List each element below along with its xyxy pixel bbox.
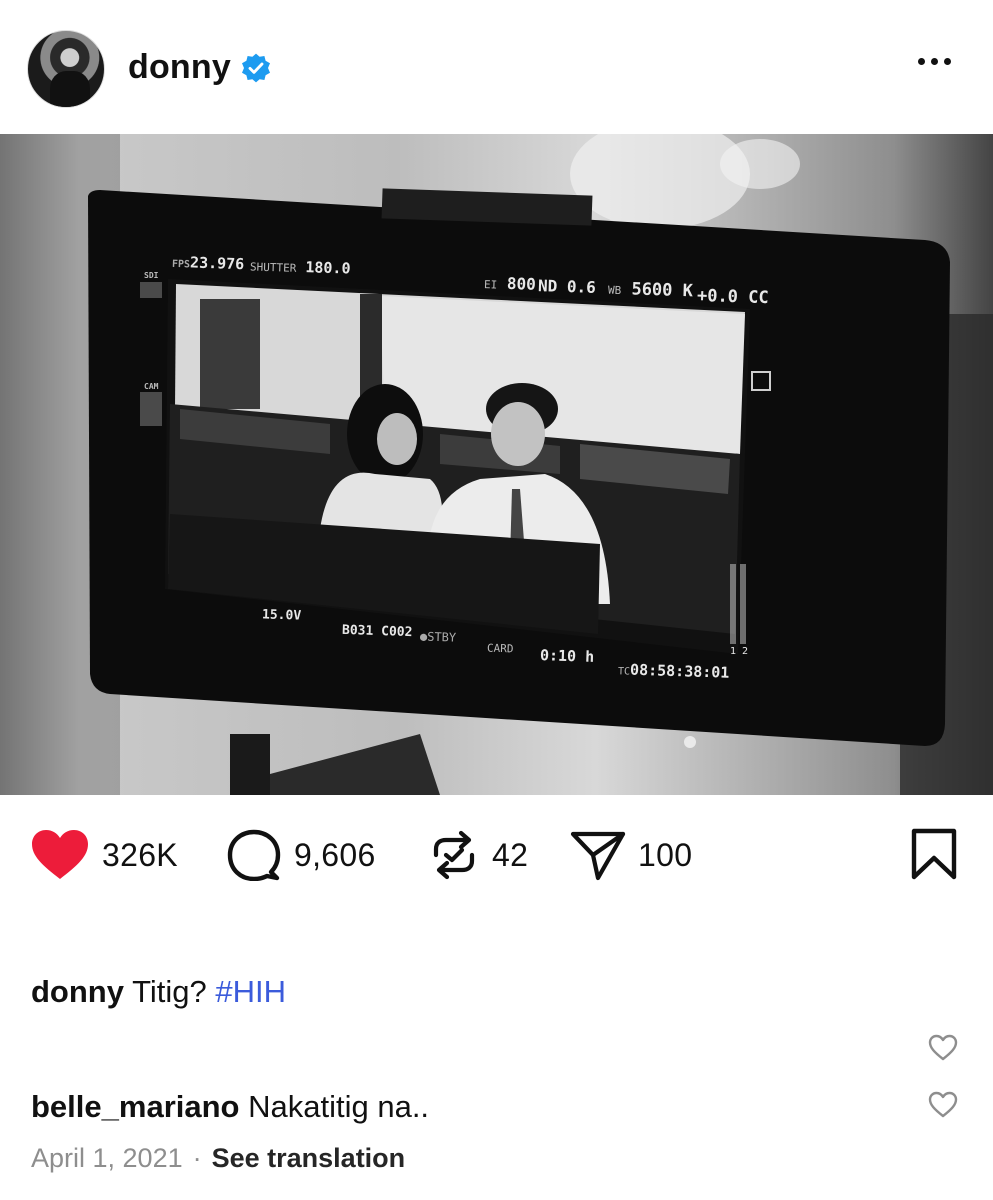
hud-fps: FPS23.976 — [171, 253, 245, 274]
repost-count: 42 — [492, 836, 529, 873]
comment-like-heart-icon[interactable] — [928, 1091, 958, 1119]
caption-text: Titig? — [132, 974, 207, 1009]
verified-badge-icon — [242, 53, 270, 83]
comment-count: 9,606 — [294, 836, 376, 873]
hud-standby: ●STBY — [419, 629, 457, 645]
see-translation-link[interactable]: See translation — [212, 1143, 406, 1173]
hud-cc: +0.0 CC — [696, 285, 769, 309]
hud-shutter: SHUTTER 180.0 — [249, 258, 351, 278]
hud-white-balance: WB 5600 K — [607, 279, 694, 302]
share-button[interactable]: 100 — [570, 829, 692, 881]
post-header: donny — [0, 0, 993, 134]
hud-card-value: 0:10 h — [539, 646, 595, 666]
comment-item: belle_mariano Nakatitig na.. — [31, 1089, 429, 1125]
hud-sdi: SDI — [144, 271, 159, 280]
hud-clip: B031 C002 — [341, 622, 413, 641]
share-count: 100 — [638, 836, 693, 873]
save-button[interactable] — [910, 828, 958, 885]
hud-cam: CAM — [144, 382, 159, 391]
hud-exposure-index: EI 800 — [483, 273, 537, 294]
heart-filled-icon — [32, 830, 88, 879]
more-options-button[interactable] — [918, 58, 951, 65]
like-button[interactable]: 326K — [30, 829, 178, 881]
post-date: April 1, 2021 — [31, 1143, 183, 1173]
post-meta: April 1, 2021 · See translation — [31, 1143, 405, 1174]
hud-voltage: 15.0V — [261, 607, 302, 624]
hud-card-label: CARD — [486, 641, 514, 656]
comment-text: Nakatitig na.. — [248, 1089, 430, 1124]
comment-button[interactable]: 9,606 — [226, 829, 376, 881]
repost-button[interactable]: 42 — [428, 829, 528, 881]
hud-timecode: TC08:58:38:01 — [617, 660, 730, 682]
meta-separator: · — [192, 1143, 202, 1173]
caption-hashtag[interactable]: #HIH — [215, 974, 286, 1009]
avatar[interactable] — [27, 30, 105, 108]
comment-like-heart-icon[interactable] — [928, 1034, 958, 1062]
comment-username[interactable]: belle_mariano — [31, 1089, 239, 1124]
bookmark-icon — [911, 828, 957, 880]
comment-icon — [227, 829, 281, 881]
hud-nd: ND 0.6 — [537, 276, 597, 297]
post-image[interactable]: FPS23.976 SHUTTER 180.0 EI 800 ND 0.6 WB… — [0, 134, 993, 795]
post-username[interactable]: donny — [128, 48, 231, 87]
caption-username[interactable]: donny — [31, 974, 124, 1009]
hud-meter-labels: 1 2 — [730, 646, 749, 657]
ellipsis-icon — [918, 58, 925, 65]
repost-icon — [433, 830, 475, 880]
send-icon — [570, 831, 626, 881]
post-caption: donny Titig? #HIH — [31, 974, 286, 1010]
monitor-photo — [0, 134, 993, 795]
like-count: 326K — [102, 836, 178, 873]
action-bar: 326K 9,606 42 100 — [0, 795, 993, 915]
